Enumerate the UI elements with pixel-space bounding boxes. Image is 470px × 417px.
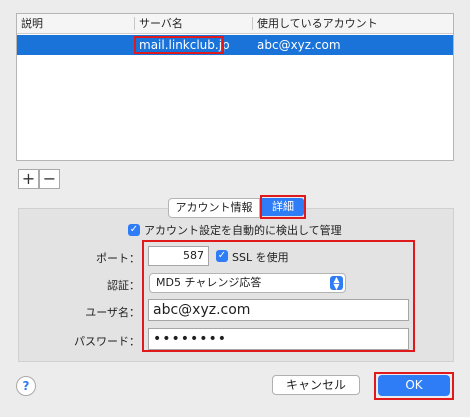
username-field[interactable]: abc@xyz.com [148, 299, 409, 321]
auto-manage-checkbox[interactable]: ✓ [128, 224, 140, 236]
ssl-checkbox[interactable]: ✓ [216, 250, 228, 262]
password-label: パスワード： [74, 335, 140, 348]
help-button[interactable]: ? [16, 376, 36, 396]
auto-manage-label: アカウント設定を自動的に検出して管理 [144, 224, 342, 237]
cancel-button[interactable]: キャンセル [272, 375, 360, 395]
chevron-updown-icon: ▲ ▼ [330, 276, 343, 291]
column-header-description[interactable]: 説明 [17, 14, 133, 33]
table-header: 説明 サーバ名 使用しているアカウント [17, 14, 453, 34]
column-header-server[interactable]: サーバ名 [135, 14, 251, 33]
auth-select[interactable]: MD5 チャレンジ応答 ▲ ▼ [149, 273, 346, 293]
port-label: ポート： [96, 252, 140, 265]
server-table: 説明 サーバ名 使用しているアカウント mail.linkclub.jp abc… [16, 13, 454, 161]
auth-select-value: MD5 チャレンジ応答 [156, 276, 262, 289]
row-description [17, 35, 133, 55]
password-field[interactable]: •••••••• [148, 328, 409, 350]
username-label: ユーザ名： [85, 306, 140, 319]
auth-label: 認証： [107, 279, 140, 292]
remove-server-button[interactable]: − [39, 169, 60, 189]
tab-detail[interactable]: 詳細 [262, 198, 304, 216]
ssl-label: SSL を使用 [232, 251, 289, 264]
ok-button[interactable]: OK [378, 375, 450, 396]
row-account: abc@xyz.com [257, 38, 341, 52]
add-server-button[interactable]: + [18, 169, 39, 189]
tab-account-info[interactable]: アカウント情報 [168, 198, 260, 218]
column-header-account[interactable]: 使用しているアカウント [253, 14, 451, 33]
port-field[interactable]: 587 [148, 246, 209, 266]
server-name-highlight [134, 36, 224, 54]
table-row[interactable]: mail.linkclub.jp abc@xyz.com [17, 35, 453, 55]
